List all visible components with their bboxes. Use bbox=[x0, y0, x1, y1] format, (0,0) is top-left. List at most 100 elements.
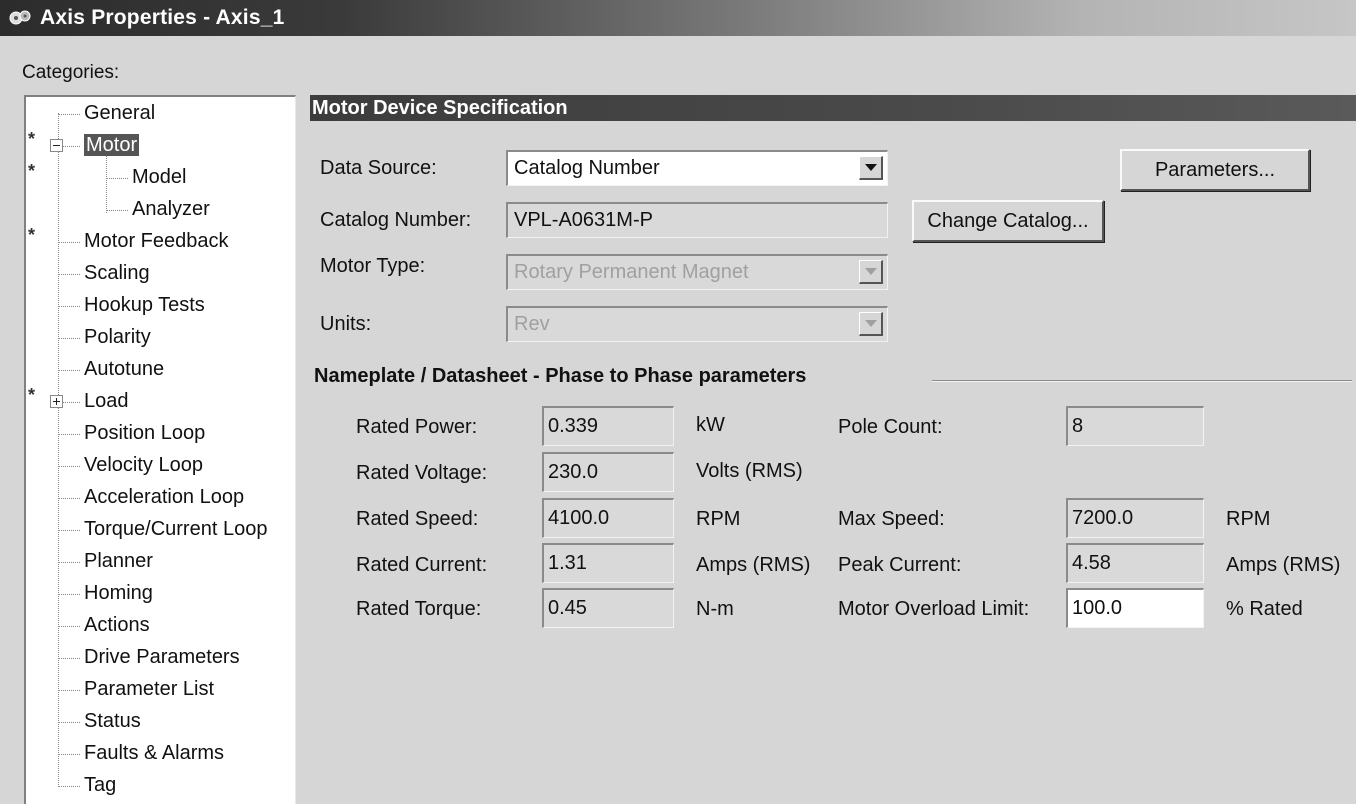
sidebar-item-analyzer[interactable]: Analyzer bbox=[132, 195, 210, 223]
sidebar-item-faults-alarms[interactable]: Faults & Alarms bbox=[84, 739, 224, 767]
max-speed-unit: RPM bbox=[1226, 508, 1271, 530]
sidebar-item-autotune[interactable]: Autotune bbox=[84, 355, 164, 383]
tree-connector-line bbox=[58, 658, 80, 659]
units-dropdown-button bbox=[859, 312, 883, 336]
sidebar-item-label: Model bbox=[132, 166, 187, 188]
sidebar-item-label: Tag bbox=[84, 774, 117, 796]
chevron-down-icon bbox=[864, 164, 877, 171]
modified-star-icon: * bbox=[28, 385, 36, 405]
tree-connector-line bbox=[58, 274, 80, 275]
tree-connector-line bbox=[58, 530, 80, 531]
sidebar-item-tag[interactable]: Tag bbox=[84, 771, 116, 799]
sidebar-item-model[interactable]: Model bbox=[132, 163, 186, 191]
sidebar-item-label: Load bbox=[84, 390, 129, 412]
rated-current-unit: Amps (RMS) bbox=[696, 554, 811, 576]
motor-type-label: Motor Type: bbox=[320, 255, 426, 277]
data-source-dropdown-button[interactable] bbox=[859, 156, 883, 180]
chevron-down-icon bbox=[864, 268, 877, 275]
sidebar-item-label: Hookup Tests bbox=[84, 294, 205, 316]
sidebar-item-label: Planner bbox=[84, 550, 153, 572]
motor-type-value: Rotary Permanent Magnet bbox=[514, 261, 749, 283]
collapse-icon[interactable]: ⊟ bbox=[50, 139, 63, 152]
sidebar-item-label: Analyzer bbox=[132, 198, 210, 220]
tree-connector-line bbox=[58, 562, 80, 563]
sidebar-item-status[interactable]: Status bbox=[84, 707, 141, 735]
max-speed-label: Max Speed: bbox=[838, 508, 945, 530]
rated-power-field: 0.339 bbox=[542, 406, 674, 446]
tree-connector-line bbox=[58, 722, 80, 723]
sidebar-item-hookup-tests[interactable]: Hookup Tests bbox=[84, 291, 205, 319]
rated-current-label: Rated Current: bbox=[356, 554, 488, 576]
sidebar-item-motor-feedback[interactable]: Motor Feedback bbox=[84, 227, 229, 255]
modified-star-icon: * bbox=[28, 161, 36, 181]
pole-count-label: Pole Count: bbox=[838, 416, 943, 438]
tree-connector-line bbox=[58, 690, 80, 691]
motor-type-select: Rotary Permanent Magnet bbox=[506, 254, 888, 290]
categories-label: Categories: bbox=[22, 62, 120, 83]
chevron-down-icon bbox=[864, 320, 877, 327]
peak-current-field: 4.58 bbox=[1066, 543, 1204, 583]
sidebar-item-label: Parameter List bbox=[84, 678, 215, 700]
sidebar-item-label: Drive Parameters bbox=[84, 646, 240, 668]
tree-connector-line bbox=[58, 434, 80, 435]
sidebar-item-load[interactable]: Load bbox=[84, 387, 129, 415]
sidebar-item-general[interactable]: General bbox=[84, 99, 155, 127]
sidebar-item-label: Motor bbox=[84, 134, 140, 156]
rated-speed-field: 4100.0 bbox=[542, 498, 674, 538]
rated-power-label: Rated Power: bbox=[356, 416, 478, 438]
sidebar-item-scaling[interactable]: Scaling bbox=[84, 259, 150, 287]
sidebar-item-label: Homing bbox=[84, 582, 153, 604]
tree-connector-line bbox=[58, 338, 80, 339]
overload-limit-input[interactable]: 100.0 bbox=[1066, 588, 1204, 628]
sidebar-item-label: Status bbox=[84, 710, 141, 732]
rated-torque-unit: N-m bbox=[696, 598, 734, 620]
parameters-button[interactable]: Parameters... bbox=[1120, 149, 1310, 191]
sidebar-item-drive-parameters[interactable]: Drive Parameters bbox=[84, 643, 240, 671]
sidebar-item-label: Position Loop bbox=[84, 422, 206, 444]
tree-connector-line bbox=[58, 114, 80, 115]
sidebar-item-parameter-list[interactable]: Parameter List bbox=[84, 675, 214, 703]
sidebar-item-homing[interactable]: Homing bbox=[84, 579, 153, 607]
modified-star-icon: * bbox=[28, 129, 36, 149]
sidebar-item-actions[interactable]: Actions bbox=[84, 611, 150, 639]
expand-icon[interactable]: ⊞ bbox=[50, 395, 63, 408]
tree-connector-line bbox=[58, 754, 80, 755]
peak-current-label: Peak Current: bbox=[838, 554, 962, 576]
catalog-number-label: Catalog Number: bbox=[320, 209, 472, 231]
sidebar-item-label: Acceleration Loop bbox=[84, 486, 245, 508]
sidebar-item-torque-current-loop[interactable]: Torque/Current Loop bbox=[84, 515, 267, 543]
sidebar-item-position-loop[interactable]: Position Loop bbox=[84, 419, 205, 447]
title-bar: Axis Properties - Axis_1 bbox=[0, 0, 1356, 36]
section-divider bbox=[932, 380, 1352, 382]
catalog-number-field: VPL-A0631M-P bbox=[506, 202, 888, 238]
sidebar-item-velocity-loop[interactable]: Velocity Loop bbox=[84, 451, 203, 479]
tree-connector-line bbox=[58, 594, 80, 595]
sidebar-item-acceleration-loop[interactable]: Acceleration Loop bbox=[84, 483, 244, 511]
sidebar-item-label: Faults & Alarms bbox=[84, 742, 225, 764]
tree-connector-line bbox=[58, 466, 80, 467]
sidebar-item-motor[interactable]: Motor bbox=[84, 131, 140, 159]
tree-trunk-line bbox=[58, 113, 59, 787]
sidebar-item-label: Polarity bbox=[84, 326, 151, 348]
sidebar-item-polarity[interactable]: Polarity bbox=[84, 323, 151, 351]
pole-count-field: 8 bbox=[1066, 406, 1204, 446]
rated-speed-label: Rated Speed: bbox=[356, 508, 479, 530]
peak-current-unit: Amps (RMS) bbox=[1226, 554, 1341, 576]
sidebar-item-planner[interactable]: Planner bbox=[84, 547, 153, 575]
rated-power-unit: kW bbox=[696, 414, 725, 436]
rated-torque-field: 0.45 bbox=[542, 588, 674, 628]
overload-limit-label: Motor Overload Limit: bbox=[838, 598, 1030, 620]
tree-child-line bbox=[106, 153, 107, 213]
nameplate-section-title: Nameplate / Datasheet - Phase to Phase p… bbox=[314, 365, 807, 387]
data-source-select[interactable]: Catalog Number bbox=[506, 150, 888, 186]
window-title: Axis Properties - Axis_1 bbox=[40, 6, 285, 29]
tree-connector-line bbox=[58, 242, 80, 243]
tree-connector-line bbox=[58, 498, 80, 499]
rated-speed-unit: RPM bbox=[696, 508, 741, 530]
change-catalog-button[interactable]: Change Catalog... bbox=[912, 200, 1104, 242]
data-source-label: Data Source: bbox=[320, 157, 437, 179]
sidebar-item-label: Autotune bbox=[84, 358, 165, 380]
tree-connector-line bbox=[58, 786, 80, 787]
sidebar-item-label: Scaling bbox=[84, 262, 150, 284]
tree-connector-line bbox=[58, 306, 80, 307]
